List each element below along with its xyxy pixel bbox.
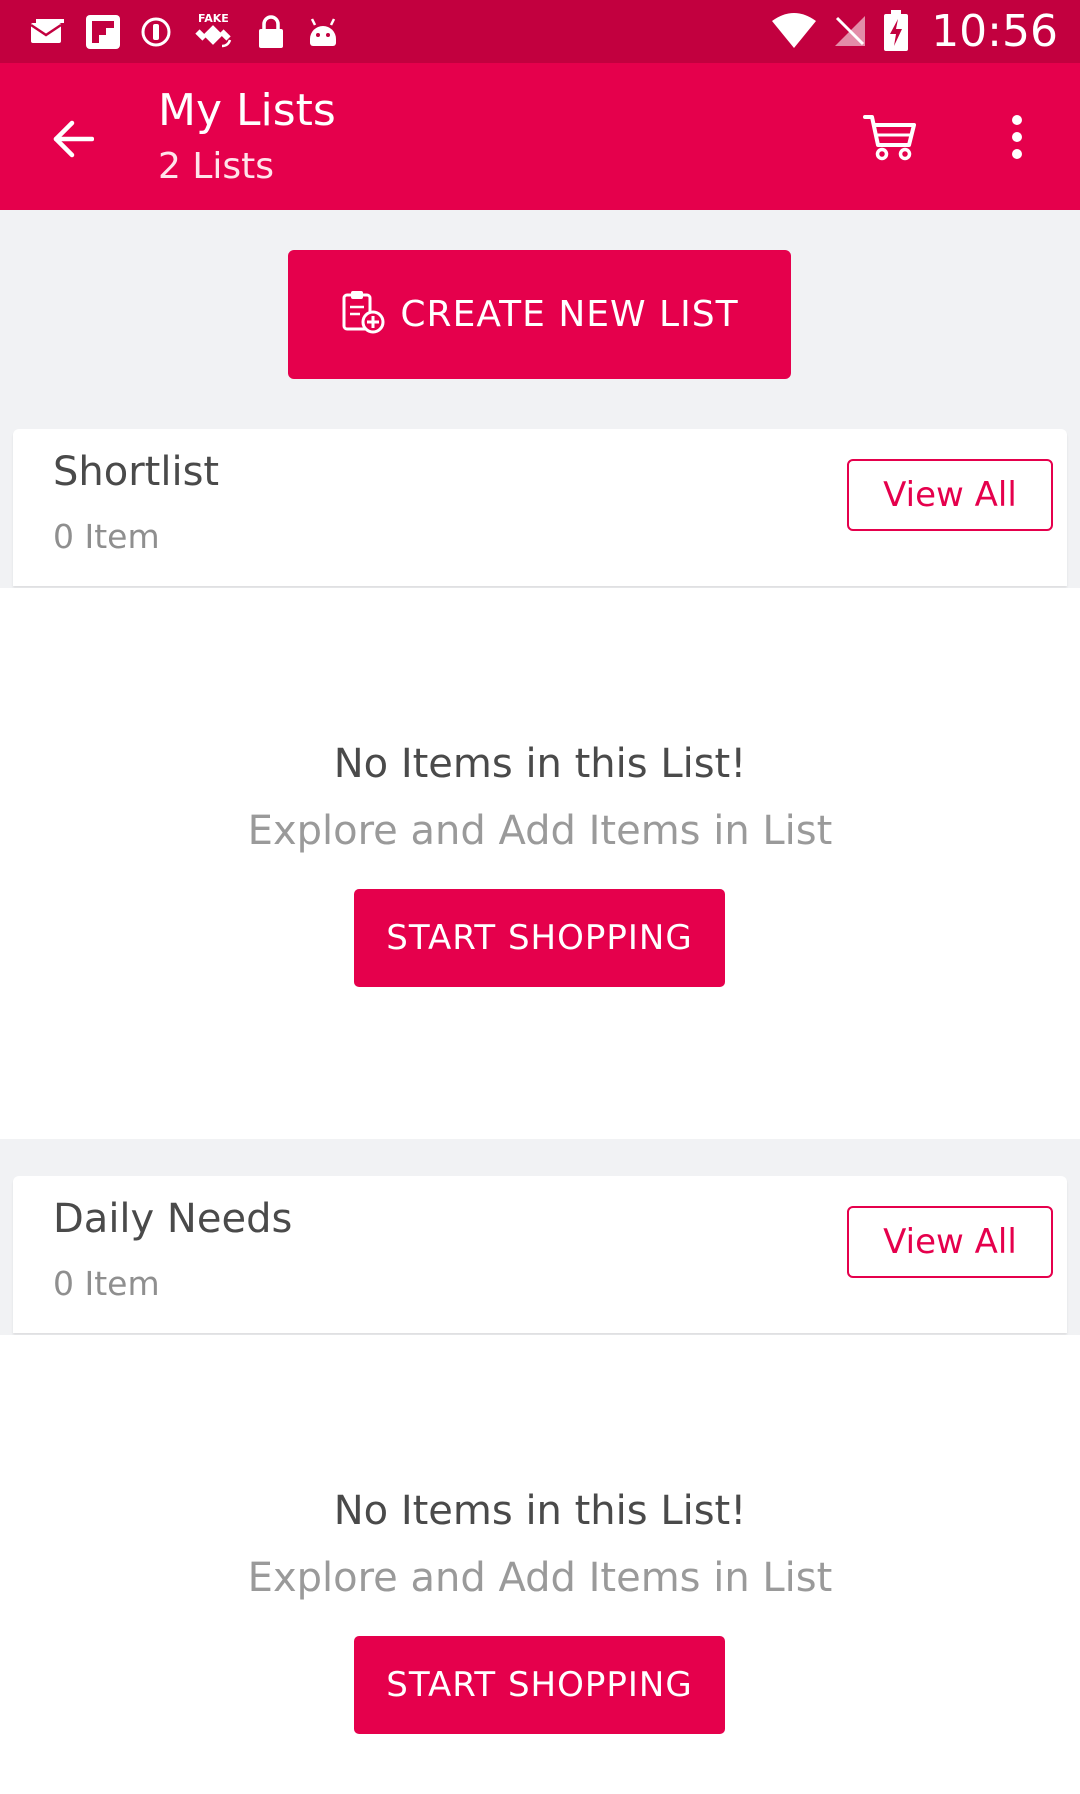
list-item-count: 0 Item [53,1264,160,1303]
empty-list-title: No Items in this List! [333,741,747,787]
create-new-list-button[interactable]: CREATE NEW LIST [288,250,791,379]
wifi-icon [771,13,817,49]
page-subtitle: 2 Lists [158,146,275,187]
start-shopping-button[interactable]: START SHOPPING [354,889,725,987]
list-item-count: 0 Item [53,517,160,556]
cart-icon [863,113,917,166]
create-new-list-label: CREATE NEW LIST [400,294,739,335]
list-card-shortlist: Shortlist 0 Item View All [13,429,1067,586]
empty-list-subtitle: Explore and Add Items in List [247,1555,833,1601]
mail-icon [30,18,66,46]
empty-list-panel: No Items in this List! Explore and Add I… [0,588,1080,1139]
system-icons: 10:56 [771,5,1058,57]
arrow-left-icon [50,119,95,164]
page-title: My Lists [158,85,336,136]
status-bar: FAKE 10:56 [0,0,1080,63]
cart-button[interactable] [858,107,922,171]
android-icon [306,15,340,49]
view-all-button[interactable]: View All [847,459,1053,531]
clipboard-add-icon [340,289,386,340]
list-name: Shortlist [53,449,220,495]
list-card-daily-needs: Daily Needs 0 Item View All [13,1176,1067,1333]
more-vert-icon [1010,114,1024,165]
lock-icon [256,14,286,50]
empty-list-panel: No Items in this List! Explore and Add I… [0,1335,1080,1794]
title-block: My Lists 2 Lists [158,83,336,195]
back-button[interactable] [36,105,108,177]
empty-list-subtitle: Explore and Add Items in List [247,808,833,854]
svg-text:FAKE: FAKE [198,12,229,25]
flipboard-icon [86,15,120,49]
empty-list-title: No Items in this List! [333,1488,747,1534]
status-time: 10:56 [931,5,1058,57]
no-signal-icon [833,14,867,48]
more-options-button[interactable] [990,107,1044,171]
battery-charging-icon [883,10,909,52]
view-all-button[interactable]: View All [847,1206,1053,1278]
sync-icon [140,16,172,48]
app-bar: My Lists 2 Lists [0,63,1080,210]
notification-icons: FAKE [30,10,340,54]
fake-gps-icon: FAKE [192,10,236,54]
start-shopping-button[interactable]: START SHOPPING [354,1636,725,1734]
list-name: Daily Needs [53,1196,293,1242]
